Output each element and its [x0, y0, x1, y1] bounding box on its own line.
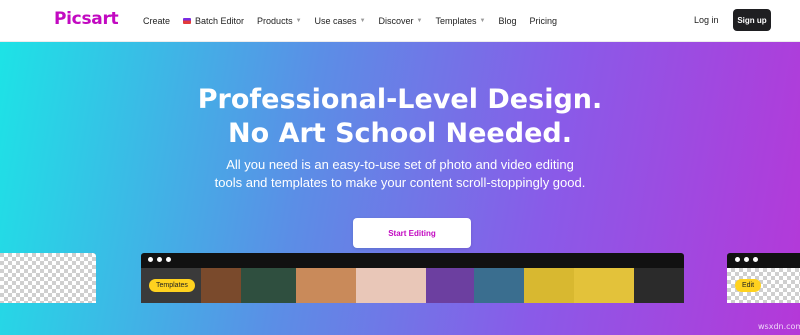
- preview-window-templates: Templates: [141, 253, 684, 303]
- hero-title-line: Professional-Level Design.: [197, 84, 603, 115]
- nav-item-label: Templates: [435, 16, 477, 26]
- template-thumbnail[interactable]: [241, 268, 296, 303]
- nav-item-create[interactable]: Create: [143, 16, 170, 26]
- hero-title-line: No Art School Needed.: [228, 118, 572, 149]
- templates-badge: Templates: [149, 279, 195, 292]
- nav-item-label: Batch Editor: [195, 16, 245, 26]
- template-thumbnail[interactable]: [296, 268, 356, 303]
- nav-item-label: Use cases: [314, 16, 357, 26]
- chevron-down-icon: ▼: [295, 18, 302, 24]
- nav-item-label: Discover: [378, 16, 414, 26]
- nav-item-label: Blog: [498, 16, 517, 26]
- watermark: wsxdn.com: [758, 322, 800, 331]
- start-editing-button[interactable]: Start Editing: [353, 218, 471, 248]
- preview-window-left: [0, 253, 96, 303]
- login-link[interactable]: Log in: [694, 15, 719, 25]
- template-thumbnail[interactable]: [634, 268, 684, 303]
- chevron-down-icon: ▼: [359, 18, 366, 24]
- nav-item-label: Create: [143, 16, 171, 26]
- edit-badge: Edit: [735, 279, 762, 292]
- hero-subtitle: All you need is an easy-to-use set of ph…: [0, 156, 800, 192]
- template-thumbnail[interactable]: [201, 268, 241, 303]
- nav-item-label: Products: [257, 16, 293, 26]
- nav-item-pricing[interactable]: Pricing: [529, 16, 557, 26]
- nav-item-use-cases[interactable]: Use cases ▼: [315, 16, 366, 26]
- nav-item-products[interactable]: Products ▼: [257, 16, 301, 26]
- hero-subtitle-line: All you need is an easy-to-use set of ph…: [226, 157, 574, 172]
- batch-editor-icon: [183, 18, 192, 24]
- transparent-canvas: [0, 253, 96, 303]
- nav-item-discover[interactable]: Discover ▼: [379, 16, 423, 26]
- template-thumbnail[interactable]: [524, 268, 574, 303]
- nav-item-blog[interactable]: Blog: [498, 16, 516, 26]
- window-controls: [735, 257, 762, 262]
- window-dot-icon: [735, 257, 740, 262]
- hero-subtitle-line: tools and templates to make your content…: [214, 175, 586, 190]
- nav-item-batch-editor[interactable]: Batch Editor: [183, 16, 244, 26]
- preview-window-right: Edit: [727, 253, 800, 303]
- template-thumbnail[interactable]: [356, 268, 426, 303]
- picsart-logo[interactable]: Picsart: [54, 9, 119, 29]
- template-strip: [141, 268, 684, 303]
- window-dot-icon: [148, 257, 153, 262]
- window-controls: [148, 257, 175, 262]
- nav-item-templates[interactable]: Templates ▼: [435, 16, 485, 26]
- window-dot-icon: [744, 257, 749, 262]
- window-dot-icon: [753, 257, 758, 262]
- template-thumbnail[interactable]: [474, 268, 524, 303]
- chevron-down-icon: ▼: [479, 18, 486, 24]
- template-thumbnail[interactable]: [574, 268, 634, 303]
- chevron-down-icon: ▼: [416, 18, 423, 24]
- top-navbar: Picsart Create Batch Editor Products ▼ U…: [0, 0, 800, 42]
- template-thumbnail[interactable]: [426, 268, 474, 303]
- nav-menu: Create Batch Editor Products ▼ Use cases…: [143, 0, 570, 42]
- signup-button[interactable]: Sign up: [733, 9, 771, 31]
- nav-item-label: Pricing: [529, 16, 557, 26]
- window-dot-icon: [166, 257, 171, 262]
- window-dot-icon: [157, 257, 162, 262]
- hero-title: Professional-Level Design. No Art School…: [0, 83, 800, 151]
